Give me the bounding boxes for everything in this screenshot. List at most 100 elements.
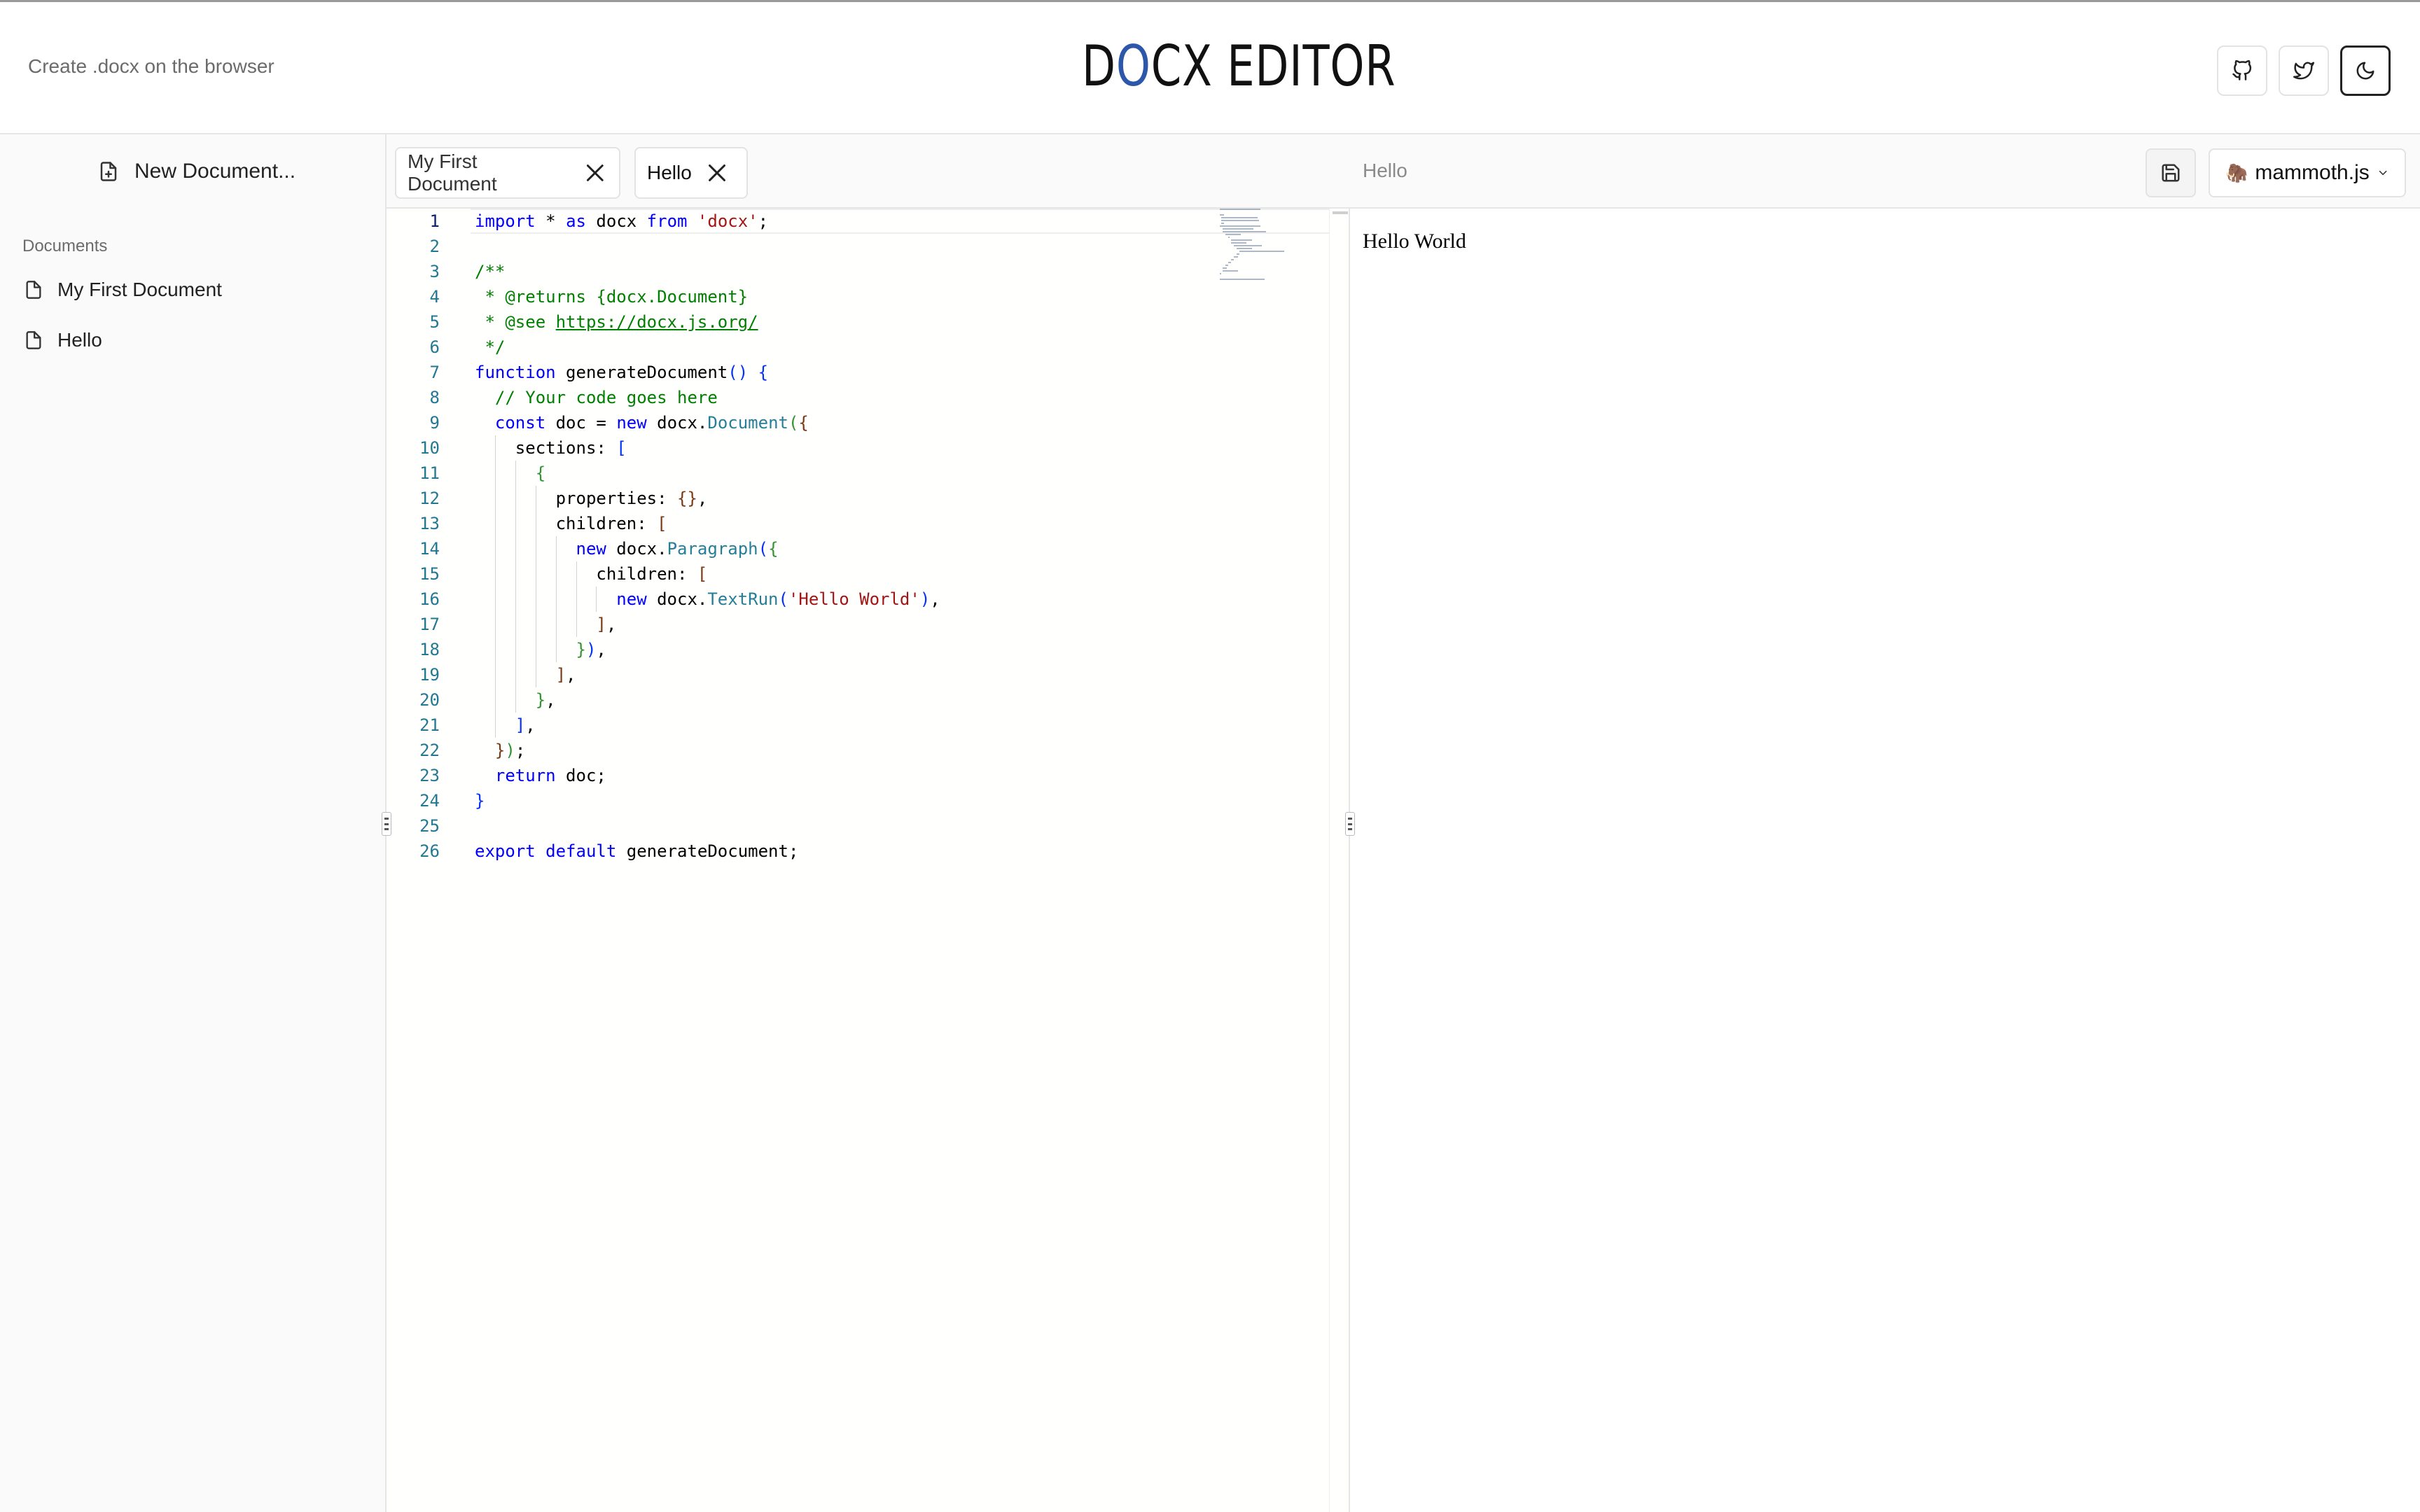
code-line[interactable]: 16 new docx.TextRun('Hello World'),	[387, 587, 1329, 612]
indent-guide	[515, 511, 516, 536]
close-icon[interactable]	[583, 160, 608, 186]
github-button[interactable]	[2217, 46, 2267, 96]
code-line[interactable]: 15 children: [	[387, 561, 1329, 587]
new-document-button[interactable]: New Document...	[98, 160, 295, 183]
code-area[interactable]: 1 import * as docx from 'docx'; 2 3/** 4 * @…	[387, 209, 1329, 1512]
line-number: 16	[419, 589, 440, 609]
indent-guide	[494, 662, 496, 687]
minimap-line	[1225, 265, 1228, 266]
indent-guide	[494, 486, 496, 511]
preview-document-text: Hello World	[1363, 230, 1466, 253]
minimap-line	[1221, 220, 1259, 221]
indent-guide	[494, 536, 496, 561]
code-text: * @returns {docx.Document}	[475, 287, 749, 307]
tab-my-first-document[interactable]: My First Document	[395, 147, 620, 199]
code-line[interactable]: 10 sections: [	[387, 435, 1329, 461]
minimap-line	[1223, 228, 1253, 230]
code-line[interactable]: 3 /**	[387, 259, 1329, 284]
file-icon	[26, 331, 41, 349]
code-text: */	[475, 337, 506, 357]
code-line[interactable]: 2	[387, 234, 1329, 259]
code-line[interactable]: 11 {	[387, 461, 1329, 486]
code-line[interactable]: 19 ],	[387, 662, 1329, 687]
line-number: 5	[429, 312, 440, 332]
code-line[interactable]: 24}	[387, 788, 1329, 813]
line-number: 12	[419, 489, 440, 508]
line-number: 18	[419, 640, 440, 659]
indent-guide	[494, 511, 496, 536]
line-number: 8	[429, 388, 440, 407]
indent-guide	[555, 587, 557, 612]
indent-guide	[494, 687, 496, 713]
code-text: properties: {},	[475, 489, 708, 508]
code-line[interactable]: 22 });	[387, 738, 1329, 763]
indent-guide	[494, 713, 496, 738]
code-line[interactable]: 20 },	[387, 687, 1329, 713]
minimap-line	[1237, 248, 1252, 249]
dark-mode-button[interactable]	[2340, 46, 2391, 96]
sidebar-document-my-first-document[interactable]: My First Document	[24, 279, 222, 301]
code-line[interactable]: 5 * @see https://docx.js.org/	[387, 309, 1329, 335]
line-number: 17	[419, 615, 440, 634]
code-line[interactable]: 23 return doc;	[387, 763, 1329, 788]
minimap-line	[1228, 262, 1231, 263]
code-line[interactable]: 21 ],	[387, 713, 1329, 738]
indent-guide	[494, 612, 496, 637]
line-number: 7	[429, 363, 440, 382]
code-text: }	[475, 791, 485, 811]
code-line[interactable]: 12 properties: {},	[387, 486, 1329, 511]
app-header: Create .docx on the browser DOCX EDITOR	[0, 0, 2420, 134]
editor-scrollbar[interactable]	[1329, 209, 1350, 1512]
indent-guide	[515, 662, 516, 687]
minimap-line	[1231, 259, 1234, 260]
code-line[interactable]: 6 */	[387, 335, 1329, 360]
twitter-button[interactable]	[2279, 46, 2329, 96]
indent-guide	[515, 687, 516, 713]
code-line[interactable]: 1 import * as docx from 'docx';	[387, 209, 1329, 234]
line-number: 24	[419, 791, 440, 811]
indent-guide	[515, 637, 516, 662]
indent-guide	[555, 561, 557, 587]
code-line[interactable]: 13 children: [	[387, 511, 1329, 536]
code-text: export default generateDocument;	[475, 841, 799, 861]
line-number: 13	[419, 514, 440, 533]
minimap-line	[1223, 270, 1238, 272]
app-logo: DOCX EDITOR	[1082, 34, 1396, 99]
library-select[interactable]: 🦣 mammoth.js	[2209, 148, 2406, 197]
save-button[interactable]	[2146, 148, 2196, 197]
minimap-line	[1221, 217, 1258, 218]
code-line[interactable]: 17 ],	[387, 612, 1329, 637]
indent-guide	[515, 561, 516, 587]
sidebar-resize-handle[interactable]	[382, 812, 391, 836]
line-number: 20	[419, 690, 440, 710]
scrollbar-thumb[interactable]	[1333, 211, 1348, 214]
code-line[interactable]: 18 }),	[387, 637, 1329, 662]
code-text: children: [	[475, 564, 708, 584]
sidebar-document-hello[interactable]: Hello	[24, 329, 102, 351]
preview-panel: Hello 🦣 mammoth.js Hello World	[1350, 134, 2420, 1512]
code-text: function generateDocument() {	[475, 363, 769, 382]
minimap[interactable]	[1220, 209, 1290, 286]
minimap-line	[1239, 251, 1284, 252]
preview-toolbar: Hello 🦣 mammoth.js	[1350, 134, 2420, 209]
tab-hello[interactable]: Hello	[634, 147, 748, 199]
code-text: });	[494, 741, 526, 760]
minimap-line	[1223, 231, 1266, 232]
code-line[interactable]: 7 function generateDocument() {	[387, 360, 1329, 385]
minimap-line	[1223, 267, 1227, 269]
code-line[interactable]: 4 * @returns {docx.Document}	[387, 284, 1329, 309]
code-line[interactable]: 9 const doc = new docx.Document({	[387, 410, 1329, 435]
indent-guide	[576, 561, 577, 587]
code-line[interactable]: 26 export default generateDocument;	[387, 839, 1329, 864]
code-text: new docx.TextRun('Hello World'),	[616, 589, 940, 609]
close-icon[interactable]	[704, 160, 730, 186]
indent-guide	[555, 612, 557, 637]
file-icon	[26, 281, 41, 299]
line-number: 14	[419, 539, 440, 559]
code-line[interactable]: 14 new docx.Paragraph({	[387, 536, 1329, 561]
editor-resize-handle[interactable]	[1345, 812, 1355, 836]
code-line[interactable]: 25	[387, 813, 1329, 839]
sidebar-document-label: My First Document	[57, 279, 222, 300]
code-line[interactable]: 8 // Your code goes here	[387, 385, 1329, 410]
line-number: 21	[419, 715, 440, 735]
